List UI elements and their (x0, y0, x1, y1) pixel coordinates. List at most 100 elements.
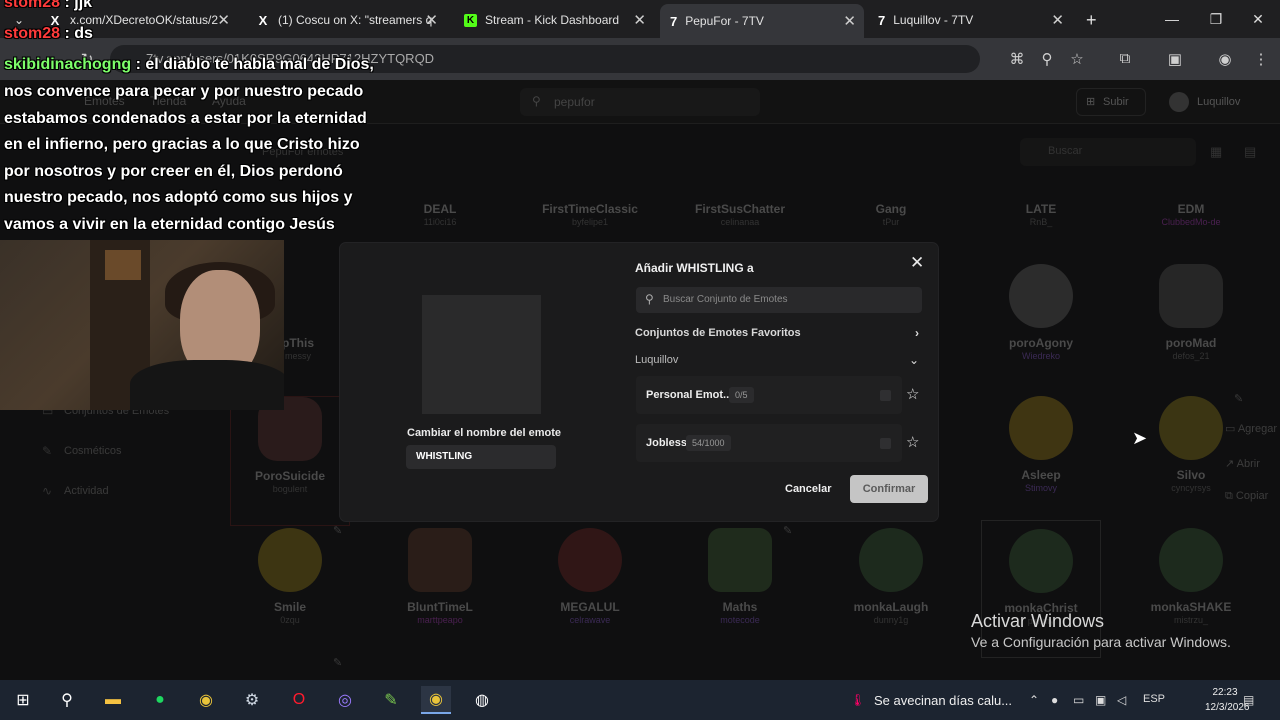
close-icon[interactable]: ✕ (425, 11, 438, 29)
tab-luquillov[interactable]: 7 Luquillov - 7TV ✕ (868, 5, 1072, 35)
user-group-row[interactable]: Luquillov ⌄ (635, 353, 921, 372)
sidebar-item-emote-sets[interactable]: ▭ Conjuntos de Emotes (30, 404, 220, 445)
copy-icon: ⧉ (1225, 490, 1236, 502)
notepad-icon[interactable]: ✎ (376, 686, 406, 714)
pencil-icon[interactable]: ✎ (783, 524, 792, 537)
emote-card[interactable]: poroMad defos_21 (1131, 264, 1251, 394)
emote-set-row[interactable]: Personal Emot... 0/5 (636, 376, 902, 414)
bookmark-star-icon[interactable]: ☆ (1066, 50, 1088, 68)
tab-kick-dashboard[interactable]: K Stream - Kick Dashboard ✕ (454, 5, 654, 35)
microphone-icon[interactable]: ● (1051, 693, 1058, 707)
emote-set-row[interactable]: Jobless 54/1000 (636, 424, 902, 462)
menu-open[interactable]: ↗ Abrir (1225, 457, 1260, 470)
emote-card[interactable]: BluntTimeL marttpeapo (380, 528, 500, 658)
chat-message: stom28 : ds (4, 25, 93, 43)
chrome-icon[interactable]: ◉ (191, 686, 221, 714)
language-indicator[interactable]: ESP (1143, 693, 1165, 705)
zoom-icon[interactable]: ⚲ (1036, 50, 1058, 68)
emote-author: mistrzu_ (1173, 615, 1208, 625)
emote-author: celrawave (569, 615, 611, 625)
emote-image (1009, 529, 1073, 593)
sidebar-item-activity[interactable]: ∿ Actividad (30, 484, 220, 525)
cancel-button[interactable]: Cancelar (785, 483, 831, 495)
close-icon[interactable]: ✕ (843, 12, 856, 30)
emote-name: Asleep (1021, 468, 1061, 482)
emote-name: Gang (875, 202, 907, 216)
file-explorer-icon[interactable]: ▬ (98, 686, 128, 714)
search-icon[interactable]: ⚲ (52, 686, 82, 714)
confirm-button[interactable]: Confirmar (850, 475, 928, 503)
menu-copy[interactable]: ⧉ Copiar (1225, 490, 1268, 503)
set-search-input[interactable]: ⚲ Buscar Conjunto de Emotes (636, 287, 922, 313)
emote-preview (422, 295, 541, 414)
rename-input[interactable]: WHISTLING (406, 445, 556, 469)
battery-icon[interactable]: ▭ (1073, 693, 1084, 707)
star-icon[interactable]: ☆ (906, 433, 919, 451)
weather-notice[interactable]: Se avecinan días calu... (874, 693, 1012, 708)
translate-icon[interactable]: ⌘ (1006, 50, 1028, 68)
pencil-icon[interactable]: ✎ (333, 524, 342, 537)
pencil-icon[interactable]: ✎ (333, 656, 342, 669)
emote-name: monkaLaugh (853, 600, 929, 614)
discord-icon[interactable]: ◎ (330, 686, 360, 714)
emote-image (408, 528, 472, 592)
emote-name: Smile (273, 600, 306, 614)
chevron-up-icon[interactable]: ⌃ (1029, 693, 1039, 707)
menu-add[interactable]: ▭ Agregar (1225, 422, 1277, 435)
emote-card[interactable]: Maths motecode (680, 528, 800, 658)
close-window-button[interactable]: ✕ (1236, 0, 1280, 38)
clock-date: 12/3/2026 (1205, 702, 1250, 713)
emote-author: Stimovy (1024, 483, 1057, 493)
close-icon[interactable]: ✕ (217, 11, 230, 29)
opera-icon[interactable]: O (284, 686, 314, 714)
emote-card[interactable]: Smile 0zqu (230, 528, 350, 658)
clock[interactable]: 22:23 12/3/2026 (1205, 685, 1250, 715)
favorite-sets-row[interactable]: Conjuntos de Emotes Favoritos › (635, 326, 921, 345)
upload-button[interactable]: ⊞ Subir (1076, 88, 1146, 116)
spotify-icon[interactable]: ● (145, 686, 175, 714)
network-icon[interactable]: ▣ (1095, 693, 1106, 707)
star-icon[interactable]: ☆ (906, 385, 919, 403)
close-icon[interactable]: ✕ (633, 11, 646, 29)
obs-icon[interactable]: ◍ (467, 686, 497, 714)
new-tab-button[interactable]: + (1076, 5, 1102, 35)
set-checkbox[interactable] (880, 390, 891, 401)
emote-card[interactable]: monkaLaugh dunny1g (831, 528, 951, 658)
set-search-placeholder: Buscar Conjunto de Emotes (663, 294, 788, 305)
site-search-input[interactable]: ⚲ pepufor (520, 88, 760, 116)
emote-card[interactable]: MEGALUL celrawave (530, 528, 650, 658)
sidebar-item-cosmetics[interactable]: ✎ Cosméticos (30, 444, 220, 485)
extensions-icon[interactable]: ⧉ (1114, 50, 1136, 67)
menu-kebab-icon[interactable]: ⋮ (1250, 50, 1272, 68)
emote-card[interactable]: poroAgony Wiedreko (981, 264, 1101, 394)
chrome-active-icon[interactable]: ◉ (421, 686, 451, 714)
emote-author: Wiedreko (1021, 351, 1060, 361)
user-menu[interactable]: Luquillov (1165, 90, 1275, 114)
activation-watermark-title: Activar Windows (971, 611, 1105, 631)
profile-avatar[interactable]: ◉ (1214, 50, 1236, 68)
emote-card[interactable]: PoroSuicide bogulent (230, 396, 350, 526)
emote-filter-input[interactable]: Buscar (1020, 138, 1196, 166)
brush-icon: ✎ (42, 444, 53, 458)
notifications-icon[interactable]: ▤ (1243, 693, 1254, 707)
emote-author: celinanaa (720, 217, 760, 227)
start-windows-icon[interactable]: ⊞ (8, 686, 38, 714)
external-link-icon: ↗ (1225, 458, 1237, 470)
tab-coscu[interactable]: X (1) Coscu on X: "streamers q ✕ (246, 5, 446, 35)
grid-view-icon[interactable]: ▦ (1210, 144, 1222, 160)
steam-icon[interactable]: ⚙ (237, 686, 267, 714)
close-icon[interactable]: ✕ (1051, 11, 1064, 29)
screen: { "browser": { "tabs": [ {"label": "x.co… (0, 0, 1280, 720)
list-view-icon[interactable]: ▤ (1244, 144, 1256, 160)
emote-card[interactable]: Asleep Stimovy (981, 396, 1101, 526)
set-checkbox[interactable] (880, 438, 891, 449)
cast-icon[interactable]: ▣ (1164, 50, 1186, 68)
pencil-icon[interactable]: ✎ (1234, 392, 1243, 405)
emote-name: monkaSHAKE (1150, 600, 1232, 614)
emote-image (1009, 396, 1073, 460)
volume-icon[interactable]: ◁ (1117, 693, 1126, 707)
minimize-button[interactable]: — (1150, 0, 1194, 38)
close-icon[interactable]: ✕ (910, 253, 924, 273)
tab-pepufor[interactable]: 7 PepuFor - 7TV ✕ (660, 4, 864, 38)
restore-button[interactable]: ❐ (1194, 0, 1238, 38)
